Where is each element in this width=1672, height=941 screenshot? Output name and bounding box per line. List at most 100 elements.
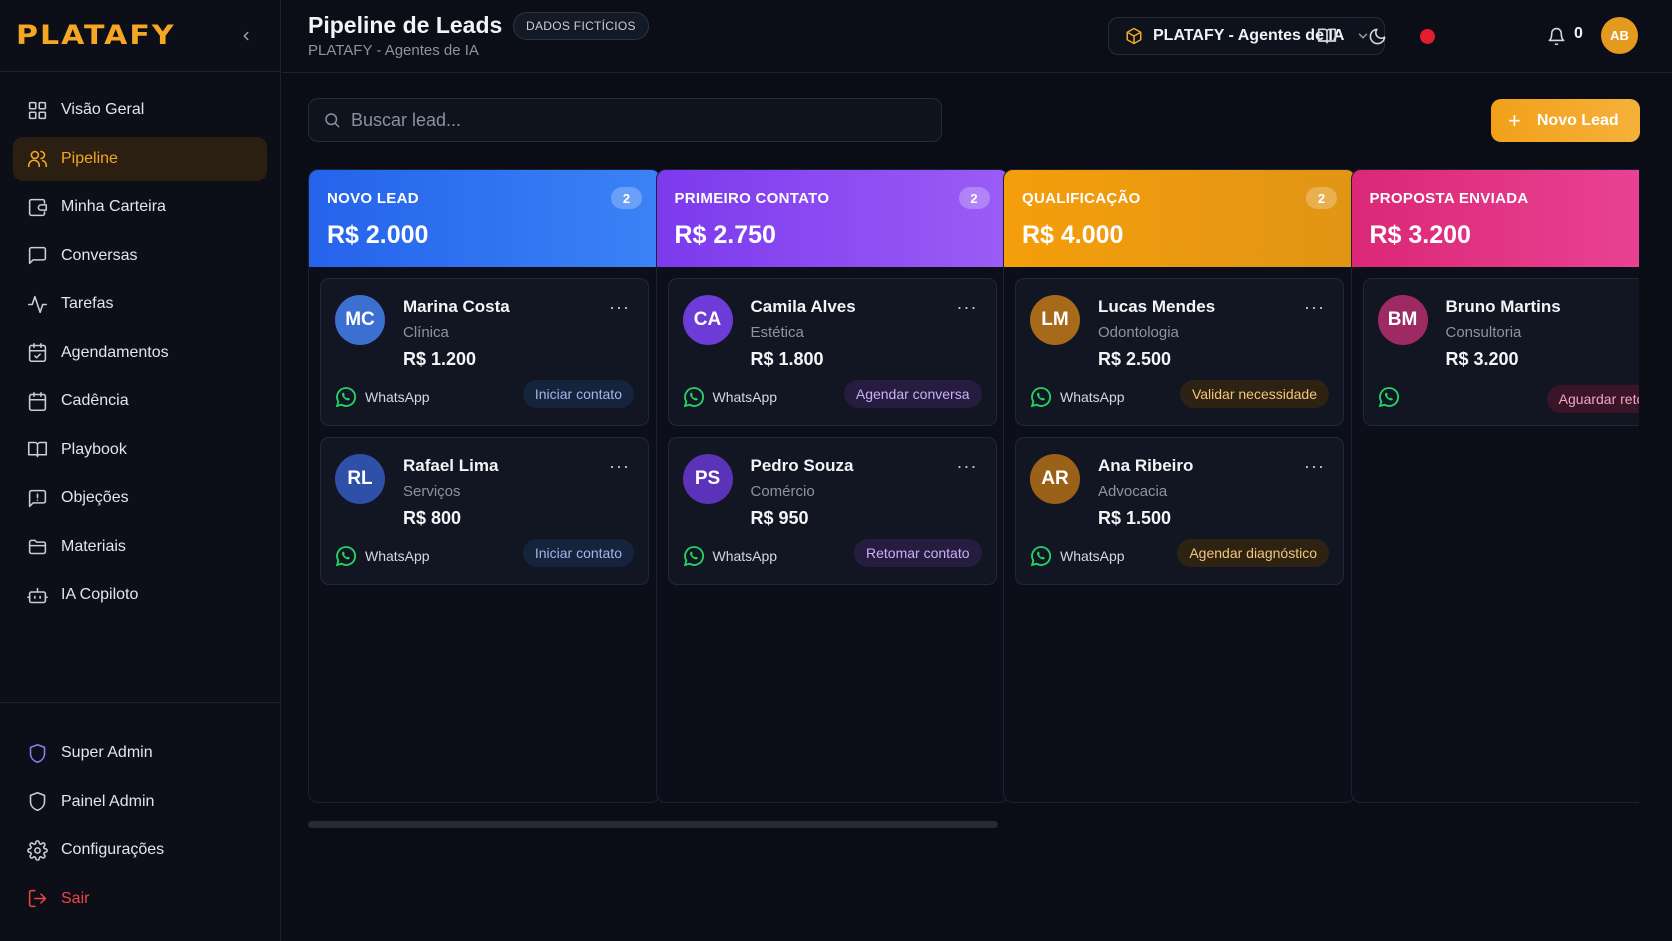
sidebar-item-configuracoes[interactable]: Configurações xyxy=(13,828,268,872)
sidebar-item-ia-copiloto[interactable]: IA Copiloto xyxy=(13,573,267,617)
sidebar-item-painel-admin[interactable]: Painel Admin xyxy=(13,780,268,824)
record-dot-icon xyxy=(1419,28,1435,44)
sidebar-item-cadencia[interactable]: Cadência xyxy=(13,379,267,423)
sidebar-item-tarefas[interactable]: Tarefas xyxy=(13,282,267,326)
lead-channel xyxy=(1378,386,1408,408)
more-options-icon[interactable]: ··· xyxy=(957,456,978,477)
whatsapp-icon xyxy=(1378,387,1399,408)
next-action-button[interactable]: Agendar diagnóstico xyxy=(1177,539,1329,567)
sidebar-item-visao-geral[interactable]: Visão Geral xyxy=(13,88,267,132)
calendar-check-icon xyxy=(26,342,48,364)
board-horizontal-scrollbar[interactable] xyxy=(308,821,998,828)
more-options-icon[interactable]: ··· xyxy=(609,297,630,318)
search-input[interactable] xyxy=(351,109,911,131)
column-header: NOVO LEAD 2 R$ 2.000 xyxy=(309,170,660,267)
sidebar-item-objecoes[interactable]: Objeções xyxy=(13,476,267,520)
next-action-button[interactable]: Validar necessidade xyxy=(1179,380,1329,408)
lead-name: Pedro Souza xyxy=(750,456,854,475)
sidebar-item-materiais[interactable]: Materiais xyxy=(13,525,267,569)
more-options-icon[interactable]: ··· xyxy=(1304,297,1325,318)
users-icon xyxy=(26,148,48,170)
lead-name: Rafael Lima xyxy=(403,456,499,475)
whatsapp-icon xyxy=(683,387,704,408)
sidebar-item-minha-carteira[interactable]: Minha Carteira xyxy=(13,185,267,229)
more-options-icon[interactable]: ··· xyxy=(1304,456,1325,477)
lead-segment: Estética xyxy=(750,324,804,341)
sidebar-item-pipeline[interactable]: Pipeline xyxy=(13,136,267,181)
column-title: QUALIFICAÇÃO xyxy=(1022,190,1141,207)
lead-value: R$ 950 xyxy=(750,508,809,528)
org-select[interactable]: PLATAFY - Agentes de IA xyxy=(1108,17,1385,55)
next-action-button[interactable]: Aguardar retorno xyxy=(1546,385,1639,413)
app-logo: PLATAFY xyxy=(16,19,176,52)
recording-status-dot[interactable] xyxy=(1415,24,1439,48)
lead-channel: WhatsApp xyxy=(1030,545,1125,567)
lead-channel: WhatsApp xyxy=(335,386,430,408)
lead-name: Camila Alves xyxy=(750,297,856,316)
gear-icon xyxy=(26,839,48,861)
kanban-board: NOVO LEAD 2 R$ 2.000 MC Marina Costa Clínica R… xyxy=(308,169,1639,803)
lead-channel: WhatsApp xyxy=(683,545,777,567)
sidebar-item-playbook[interactable]: Playbook xyxy=(13,428,267,472)
book-open-icon[interactable] xyxy=(1315,24,1339,48)
next-action-button[interactable]: Agendar conversa xyxy=(843,380,982,408)
chevron-left-icon xyxy=(243,31,249,41)
sidebar-item-label: Sair xyxy=(61,889,90,907)
sidebar-item-label: Pipeline xyxy=(61,149,118,167)
fictitious-data-badge: DADOS FICTÍCIOS xyxy=(513,12,649,40)
pipeline-column: QUALIFICAÇÃO 2 R$ 4.000 LM Lucas Mendes Odont… xyxy=(1003,169,1356,803)
channel-label: WhatsApp xyxy=(712,389,778,405)
whatsapp-icon xyxy=(335,546,357,567)
lead-avatar: BM xyxy=(1377,295,1428,345)
next-action-button[interactable]: Iniciar contato xyxy=(522,539,634,567)
page-title: Pipeline de Leads xyxy=(308,12,503,38)
sidebar-item-agendamentos[interactable]: Agendamentos xyxy=(13,331,267,375)
lead-name: Marina Costa xyxy=(403,297,510,316)
sidebar-item-label: Playbook xyxy=(61,440,127,458)
sidebar-divider xyxy=(0,702,281,703)
new-lead-button[interactable]: + Novo Lead xyxy=(1491,99,1640,142)
lead-card[interactable]: RL Rafael Lima Serviços R$ 800 ··· WhatsApp In… xyxy=(320,437,649,585)
new-lead-label: Novo Lead xyxy=(1536,111,1619,129)
user-avatar[interactable]: AB xyxy=(1601,17,1638,54)
lead-channel: WhatsApp xyxy=(683,386,778,408)
search-box[interactable] xyxy=(308,98,942,142)
lead-card[interactable]: CA Camila Alves Estética R$ 1.800 ··· WhatsAp… xyxy=(667,278,997,426)
book-icon xyxy=(26,439,48,461)
sidebar-item-conversas[interactable]: Conversas xyxy=(13,234,267,278)
lead-card[interactable]: LM Lucas Mendes Odontologia R$ 2.500 ··· What… xyxy=(1015,278,1344,426)
lead-card[interactable]: MC Marina Costa Clínica R$ 1.200 ··· WhatsApp… xyxy=(320,278,649,426)
calendar-icon xyxy=(26,390,48,412)
lead-avatar: RL xyxy=(335,454,385,504)
bell-icon[interactable] xyxy=(1544,24,1568,48)
column-total-value: R$ 2.000 xyxy=(327,221,429,249)
more-options-icon[interactable]: ··· xyxy=(957,297,978,318)
lead-card[interactable]: AR Ana Ribeiro Advocacia R$ 1.500 ··· WhatsAp… xyxy=(1015,437,1344,585)
channel-label: WhatsApp xyxy=(1060,389,1125,405)
next-action-button[interactable]: Iniciar contato xyxy=(522,380,634,408)
next-action-button[interactable]: Retomar contato xyxy=(854,539,982,567)
sidebar-item-label: Configurações xyxy=(61,841,165,859)
top-header: Pipeline de Leads DADOS FICTÍCIOS PLATAF… xyxy=(282,0,1672,73)
moon-icon[interactable] xyxy=(1365,24,1389,48)
lead-value: R$ 2.500 xyxy=(1098,349,1172,369)
sidebar-item-label: Conversas xyxy=(61,246,138,264)
sidebar-item-sair[interactable]: Sair xyxy=(13,877,268,921)
column-total-value: R$ 2.750 xyxy=(674,221,776,249)
lead-card[interactable]: BMBruno MartinsConsultoriaR$ 3.200···Agu… xyxy=(1362,278,1639,426)
column-header: QUALIFICAÇÃO 2 R$ 4.000 xyxy=(1004,170,1355,267)
column-header: PROPOSTA ENVIADA1R$ 3.200 xyxy=(1351,170,1639,267)
activity-icon xyxy=(26,293,48,315)
logout-icon xyxy=(26,888,48,910)
channel-label: WhatsApp xyxy=(365,389,430,405)
column-count-badge: 2 xyxy=(958,187,990,209)
lead-value: R$ 1.500 xyxy=(1098,508,1172,528)
lead-card[interactable]: PS Pedro Souza Comércio R$ 950 ··· WhatsApp Re… xyxy=(667,437,997,585)
sidebar-item-super-admin[interactable]: Super Admin xyxy=(13,731,268,775)
collapse-sidebar-button[interactable] xyxy=(234,24,258,48)
more-options-icon[interactable]: ··· xyxy=(609,456,630,477)
sidebar-item-label: Super Admin xyxy=(61,744,153,761)
shield-icon xyxy=(26,791,48,813)
lead-channel: WhatsApp xyxy=(1030,386,1125,408)
search-icon xyxy=(325,113,340,128)
